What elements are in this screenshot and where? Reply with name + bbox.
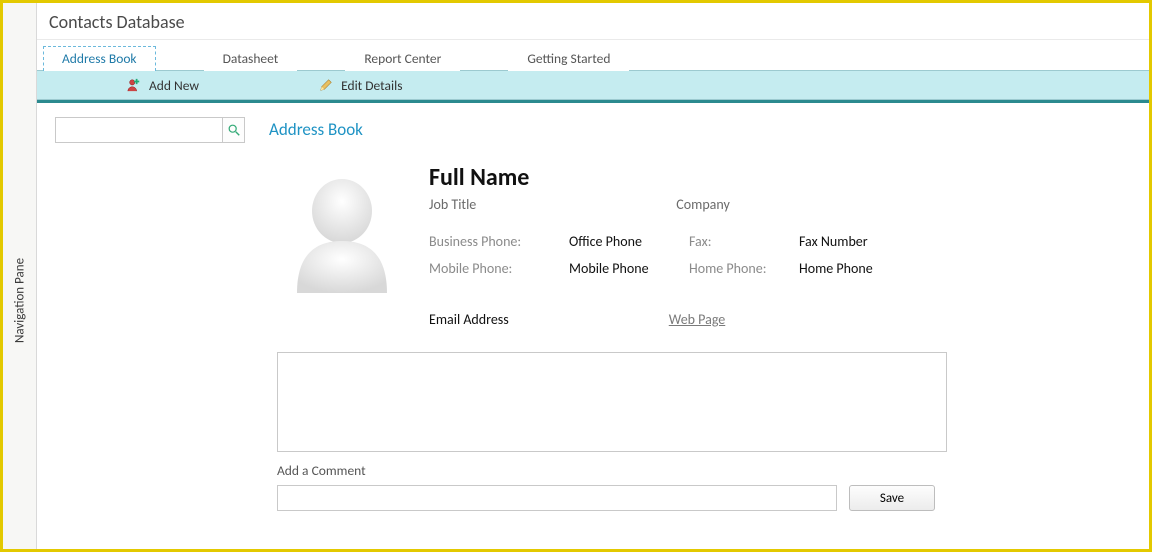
tab-label: Datasheet xyxy=(223,50,279,67)
contact-links-row: Email Address Web Page xyxy=(429,311,929,328)
tab-label: Address Book xyxy=(62,50,137,67)
add-person-icon xyxy=(127,78,141,92)
contact-web-page-link[interactable]: Web Page xyxy=(669,311,726,328)
app-title: Contacts Database xyxy=(37,3,1149,40)
contact-email: Email Address xyxy=(429,311,509,328)
avatar xyxy=(277,163,407,293)
tab-address-book[interactable]: Address Book xyxy=(43,46,156,71)
contact-phone-grid: Business Phone: Office Phone Fax: Fax Nu… xyxy=(429,233,929,277)
comments-section: Add a Comment Save xyxy=(37,338,947,511)
contact-company: Company xyxy=(676,196,730,213)
tabs-row: Address Book Datasheet Report Center Get… xyxy=(37,40,1149,70)
add-comment-row: Add a Comment Save xyxy=(277,462,947,511)
value-fax-number: Fax Number xyxy=(799,233,929,250)
toolbar: Add New Edit Details xyxy=(37,70,1149,100)
label-business-phone: Business Phone: xyxy=(429,233,569,250)
add-comment-label: Add a Comment xyxy=(277,462,947,479)
tab-getting-started[interactable]: Getting Started xyxy=(508,46,629,71)
tab-datasheet[interactable]: Datasheet xyxy=(204,46,298,71)
add-comment-input[interactable] xyxy=(277,485,837,511)
section-title: Address Book xyxy=(269,117,363,140)
edit-details-button[interactable]: Edit Details xyxy=(319,77,402,94)
label-mobile-phone: Mobile Phone: xyxy=(429,260,569,277)
contact-full-name: Full Name xyxy=(429,163,929,192)
contact-info: Full Name Job Title Company Business Pho… xyxy=(429,163,929,338)
navigation-pane-strip[interactable]: Navigation Pane xyxy=(3,3,37,549)
tab-label: Report Center xyxy=(364,50,441,67)
value-mobile-phone: Mobile Phone xyxy=(569,260,689,277)
label-fax: Fax: xyxy=(689,233,799,250)
toolbar-divider xyxy=(37,100,1149,103)
comments-display xyxy=(277,352,947,452)
save-button[interactable]: Save xyxy=(849,485,935,511)
search-field-wrap xyxy=(55,117,245,143)
search-icon xyxy=(227,123,241,137)
value-home-phone: Home Phone xyxy=(799,260,929,277)
add-new-label: Add New xyxy=(149,77,199,94)
label-home-phone: Home Phone: xyxy=(689,260,799,277)
main-area: Contacts Database Address Book Datasheet… xyxy=(37,3,1149,549)
add-comment-input-row: Save xyxy=(277,485,947,511)
body-header-row: Address Book xyxy=(37,117,1149,143)
save-button-label: Save xyxy=(880,491,904,506)
contact-job-title: Job Title xyxy=(429,196,476,213)
contact-subheading: Job Title Company xyxy=(429,196,929,213)
contact-card: Full Name Job Title Company Business Pho… xyxy=(37,143,1149,338)
value-office-phone: Office Phone xyxy=(569,233,689,250)
tab-report-center[interactable]: Report Center xyxy=(345,46,460,71)
search-input[interactable] xyxy=(56,118,222,142)
search-button[interactable] xyxy=(222,118,244,142)
edit-details-label: Edit Details xyxy=(341,77,402,94)
pencil-icon xyxy=(319,78,333,92)
add-new-button[interactable]: Add New xyxy=(127,77,199,94)
navigation-pane-label: Navigation Pane xyxy=(12,258,27,343)
tab-label: Getting Started xyxy=(527,50,610,67)
